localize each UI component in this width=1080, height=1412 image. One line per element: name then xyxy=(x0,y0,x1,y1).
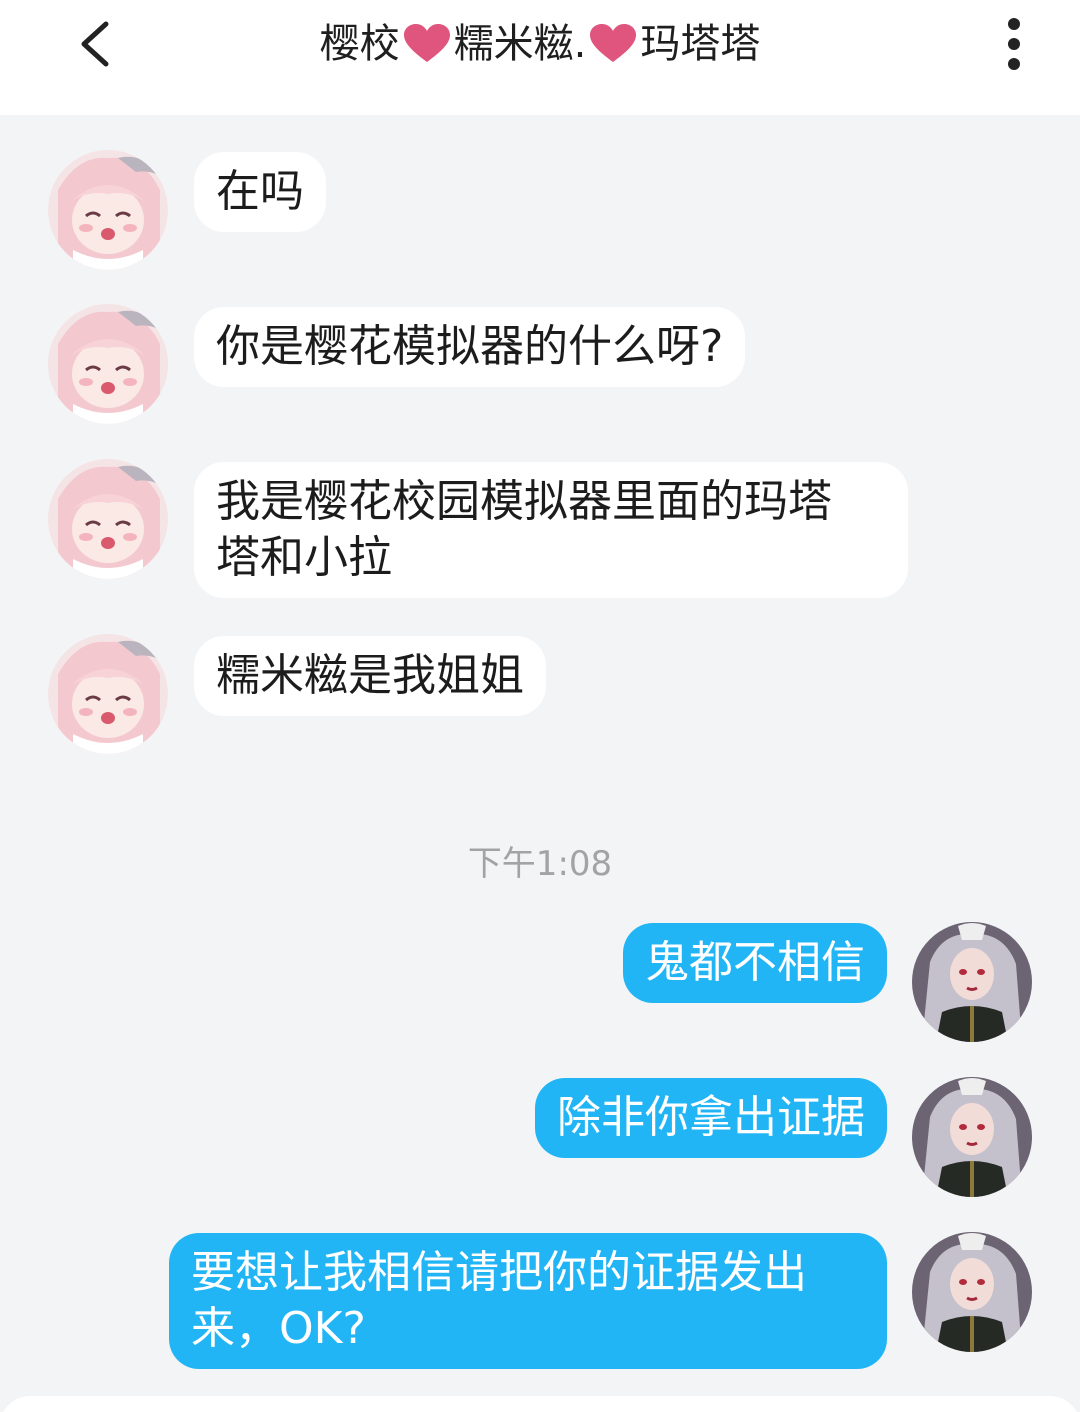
contact-avatar[interactable] xyxy=(48,634,168,754)
contact-avatar[interactable] xyxy=(48,150,168,270)
title-part-3: 玛塔塔 xyxy=(640,21,761,67)
message-input-bar[interactable] xyxy=(0,1396,1080,1412)
anime-girl-pink-avatar xyxy=(48,304,168,424)
message-line: 鬼都不相信 xyxy=(645,937,865,988)
message-line: 来，OK? xyxy=(191,1303,366,1354)
anime-girl-grey-avatar xyxy=(912,922,1032,1042)
contact-avatar[interactable] xyxy=(48,459,168,579)
outgoing-message[interactable]: 要想让我相信请把你的证据发出 来，OK? xyxy=(169,1233,887,1369)
heart-icon xyxy=(590,24,637,62)
self-avatar[interactable] xyxy=(912,1232,1032,1352)
anime-girl-pink-avatar xyxy=(48,150,168,270)
more-vertical-icon xyxy=(1008,18,1020,70)
contact-avatar[interactable] xyxy=(48,304,168,424)
message-line: 你是樱花模拟器的什么呀? xyxy=(216,321,724,372)
chat-header: 樱校 糯米糍. 玛塔塔 xyxy=(0,0,1080,115)
chat-title: 樱校 糯米糍. 玛塔塔 xyxy=(130,14,950,74)
time-divider: 下午1:08 xyxy=(467,844,613,884)
message-line: 在吗 xyxy=(216,166,304,217)
outgoing-message[interactable]: 鬼都不相信 xyxy=(623,923,887,1003)
message-line: 塔和小拉 xyxy=(216,532,392,583)
incoming-message[interactable]: 我是樱花校园模拟器里面的玛塔 塔和小拉 xyxy=(194,462,908,598)
anime-girl-pink-avatar xyxy=(48,634,168,754)
incoming-message[interactable]: 在吗 xyxy=(194,152,326,232)
anime-girl-grey-avatar xyxy=(912,1232,1032,1352)
message-line: 要想让我相信请把你的证据发出 xyxy=(191,1247,807,1298)
message-line: 我是樱花校园模拟器里面的玛塔 xyxy=(216,476,832,527)
title-part-1: 樱校 xyxy=(319,21,400,67)
message-line: 糯米糍是我姐姐 xyxy=(216,650,524,701)
title-part-2: 糯米糍. xyxy=(453,21,587,67)
message-line: 除非你拿出证据 xyxy=(557,1092,865,1143)
incoming-message[interactable]: 你是樱花模拟器的什么呀? xyxy=(194,307,746,387)
self-avatar[interactable] xyxy=(912,1077,1032,1197)
self-avatar[interactable] xyxy=(912,922,1032,1042)
back-button[interactable] xyxy=(62,14,132,74)
incoming-message[interactable]: 糯米糍是我姐姐 xyxy=(194,636,546,716)
outgoing-message[interactable]: 除非你拿出证据 xyxy=(535,1078,887,1158)
heart-icon xyxy=(403,24,450,62)
anime-girl-grey-avatar xyxy=(912,1077,1032,1197)
anime-girl-pink-avatar xyxy=(48,459,168,579)
chevron-left-icon xyxy=(81,21,109,67)
more-options-button[interactable] xyxy=(990,12,1038,76)
